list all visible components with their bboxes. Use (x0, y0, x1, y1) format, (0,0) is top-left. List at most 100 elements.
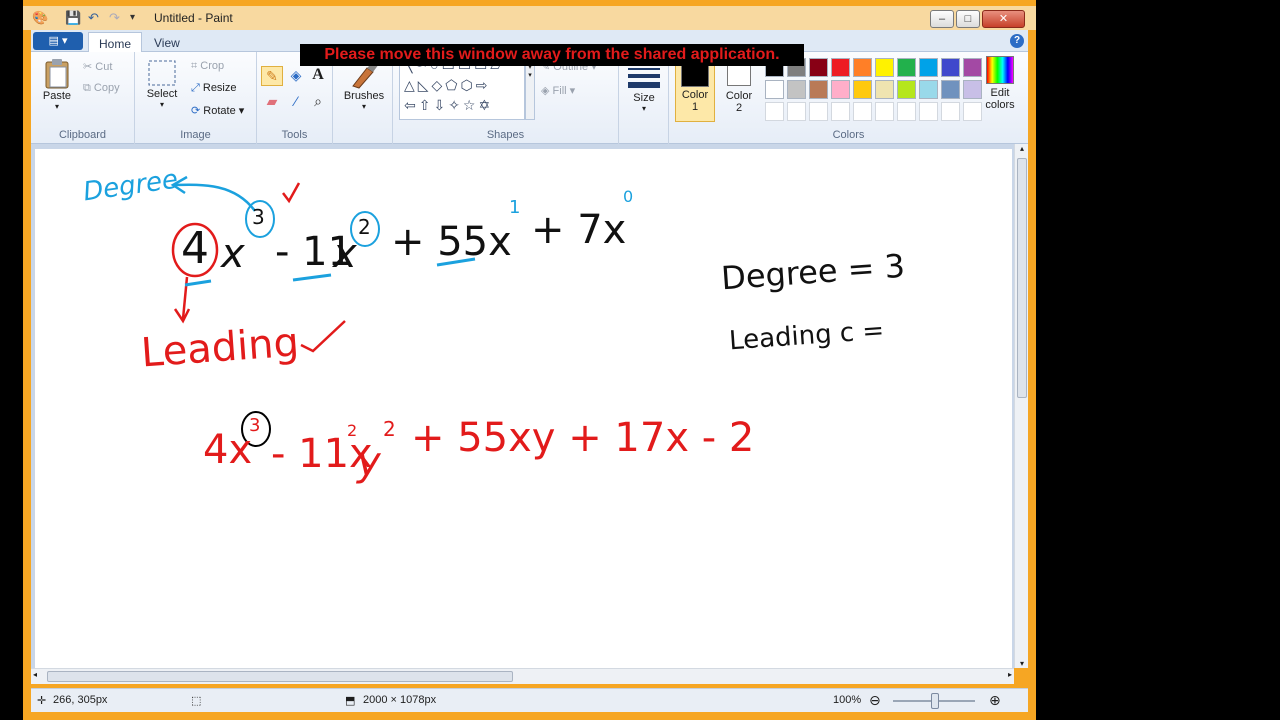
vertical-scroll-thumb[interactable] (1017, 158, 1027, 398)
degree-check-icon (282, 182, 301, 204)
color-swatch[interactable] (809, 58, 828, 77)
magnifier-icon[interactable]: ⌕ (307, 92, 329, 112)
color-swatch[interactable] (831, 80, 850, 99)
horizontal-scroll-thumb[interactable] (47, 671, 513, 682)
eraser-icon[interactable]: ▰ (261, 92, 283, 112)
minimize-button[interactable]: – (930, 10, 954, 28)
zoom-out-icon[interactable]: ⊖ (869, 692, 881, 709)
crop-button[interactable]: ⌗ Crop (191, 60, 224, 73)
resize-icon: ⤢ (191, 82, 200, 94)
color-swatch[interactable] (853, 58, 872, 77)
select-button[interactable]: Select ▾ (141, 58, 183, 109)
zoom-in-icon[interactable]: ⊕ (989, 692, 1001, 709)
redo-icon[interactable]: ↷ (109, 10, 120, 26)
maximize-button[interactable]: □ (956, 10, 980, 28)
fill-bucket-icon[interactable]: ◈ (285, 66, 307, 86)
clipboard-group: Paste ▾ ✂ Cut ⧉ Copy Clipboard (31, 52, 135, 144)
screen-share-warning: Please move this window away from the sh… (300, 44, 804, 66)
scroll-up-icon[interactable]: ▴ (1015, 144, 1029, 153)
custom-color-slot[interactable] (875, 102, 894, 121)
color-swatch[interactable] (853, 80, 872, 99)
degree-arrow (172, 183, 257, 212)
size-button[interactable]: Size ▾ (625, 66, 663, 113)
color-swatch[interactable] (875, 80, 894, 99)
custom-color-slot[interactable] (853, 102, 872, 121)
canvas-area: Degree 4 x 3 - 11 x 2 + 55x 1 + 7x 0 Lea… (31, 144, 1014, 668)
select-icon (148, 60, 176, 86)
rotate-icon: ⟳ (191, 105, 201, 117)
color-swatch[interactable] (831, 58, 850, 77)
scroll-right-icon[interactable]: ▸ (1008, 670, 1012, 679)
vertical-scrollbar[interactable]: ▴ ▾ (1014, 144, 1028, 668)
color-picker-icon[interactable]: ⁄ (285, 92, 307, 112)
poly2-term2-y: y (357, 439, 381, 485)
custom-color-slot[interactable] (765, 102, 784, 121)
image-group: Select ▾ ⌗ Crop ⤢ Resize ⟳ Rotate ▾ Imag… (135, 52, 257, 144)
tab-home[interactable]: Home (88, 32, 143, 53)
cut-button[interactable]: ✂ Cut (83, 60, 112, 73)
text-tool-icon[interactable]: A (307, 66, 329, 86)
custom-color-slot[interactable] (897, 102, 916, 121)
scroll-down-icon[interactable]: ▾ (1015, 659, 1029, 668)
resize-button[interactable]: ⤢ Resize (191, 82, 237, 95)
rotate-button[interactable]: ⟳ Rotate ▾ (191, 104, 244, 117)
color-swatch[interactable] (897, 80, 916, 99)
window-title: Untitled - Paint (154, 11, 233, 25)
close-button[interactable]: ✕ (982, 10, 1025, 28)
color-swatch[interactable] (875, 58, 894, 77)
crop-icon: ⌗ (191, 60, 198, 72)
poly1-term3-exp: 1 (509, 197, 521, 218)
scroll-left-icon[interactable]: ◂ (33, 670, 37, 679)
poly2-remaining-terms: + 55xy + 17x - 2 (411, 415, 755, 461)
color-swatch[interactable] (941, 58, 960, 77)
poly1-term1-var: x (221, 231, 245, 277)
underline-11 (292, 273, 332, 282)
leading-arrowhead (173, 308, 191, 324)
custom-color-slot[interactable] (919, 102, 938, 121)
paste-button[interactable]: Paste ▾ (35, 58, 79, 111)
shapes-row-3: ⇦⇧⇩✧☆✡ (404, 97, 494, 113)
undo-icon[interactable]: ↶ (88, 10, 99, 26)
color-swatch[interactable] (941, 80, 960, 99)
copy-button[interactable]: ⧉ Copy (83, 82, 120, 95)
scissors-icon: ✂ (83, 61, 93, 73)
custom-color-slot[interactable] (809, 102, 828, 121)
color-swatch[interactable] (765, 80, 784, 99)
zoom-slider-thumb[interactable] (931, 693, 939, 709)
poly1-term1-exp: 3 (252, 205, 265, 229)
pencil-icon[interactable]: ✎ (261, 66, 283, 86)
save-icon[interactable]: 💾 (65, 10, 81, 26)
colors-group-label: Colors (832, 129, 865, 141)
shapes-row-2: △◺◇⬠⬡⇨ (404, 77, 491, 93)
help-icon[interactable]: ? (1010, 34, 1024, 48)
line-size-icon (628, 68, 660, 88)
copy-icon: ⧉ (83, 82, 91, 94)
tab-view[interactable]: View (144, 32, 190, 53)
color-swatch[interactable] (897, 58, 916, 77)
fill-button[interactable]: ◈ Fill ▾ (541, 84, 575, 97)
horizontal-scrollbar[interactable]: ◂ ▸ (31, 668, 1014, 684)
paint-window: 🎨 💾 ↶ ↷ ▾ Untitled - Paint – □ ✕ ▤ ▾ Hom… (23, 0, 1036, 720)
fill-icon: ◈ (541, 85, 550, 97)
leading-check-icon (300, 320, 346, 353)
color-swatch[interactable] (809, 80, 828, 99)
custom-color-slot[interactable] (787, 102, 806, 121)
tools-group-label: Tools (281, 129, 308, 141)
color-swatch[interactable] (787, 80, 806, 99)
status-bar: ✛ 266, 305px ⬚ ⬒ 2000 × 1078px 100% ⊖ ⊕ (31, 688, 1028, 712)
custom-color-slot[interactable] (941, 102, 960, 121)
drawing-canvas[interactable]: Degree 4 x 3 - 11 x 2 + 55x 1 + 7x 0 Lea… (35, 149, 1012, 668)
edit-colors-button[interactable]: Edit colors (977, 56, 1023, 111)
file-menu-button[interactable]: ▤ ▾ (33, 32, 83, 50)
custom-color-slot[interactable] (831, 102, 850, 121)
image-group-label: Image (180, 129, 211, 141)
poly1-leading-coef: 4 (181, 223, 209, 274)
image-dimensions: 2000 × 1078px (363, 694, 437, 706)
poly1-term2-var: x (333, 231, 357, 277)
customize-quick-access-icon[interactable]: ▾ (130, 12, 135, 23)
selection-size-icon: ⬚ (191, 695, 202, 707)
poly1-term2-exp: 2 (358, 215, 371, 239)
color-swatch[interactable] (919, 58, 938, 77)
color-swatch[interactable] (919, 80, 938, 99)
paint-app-icon[interactable]: 🎨 (32, 10, 48, 26)
